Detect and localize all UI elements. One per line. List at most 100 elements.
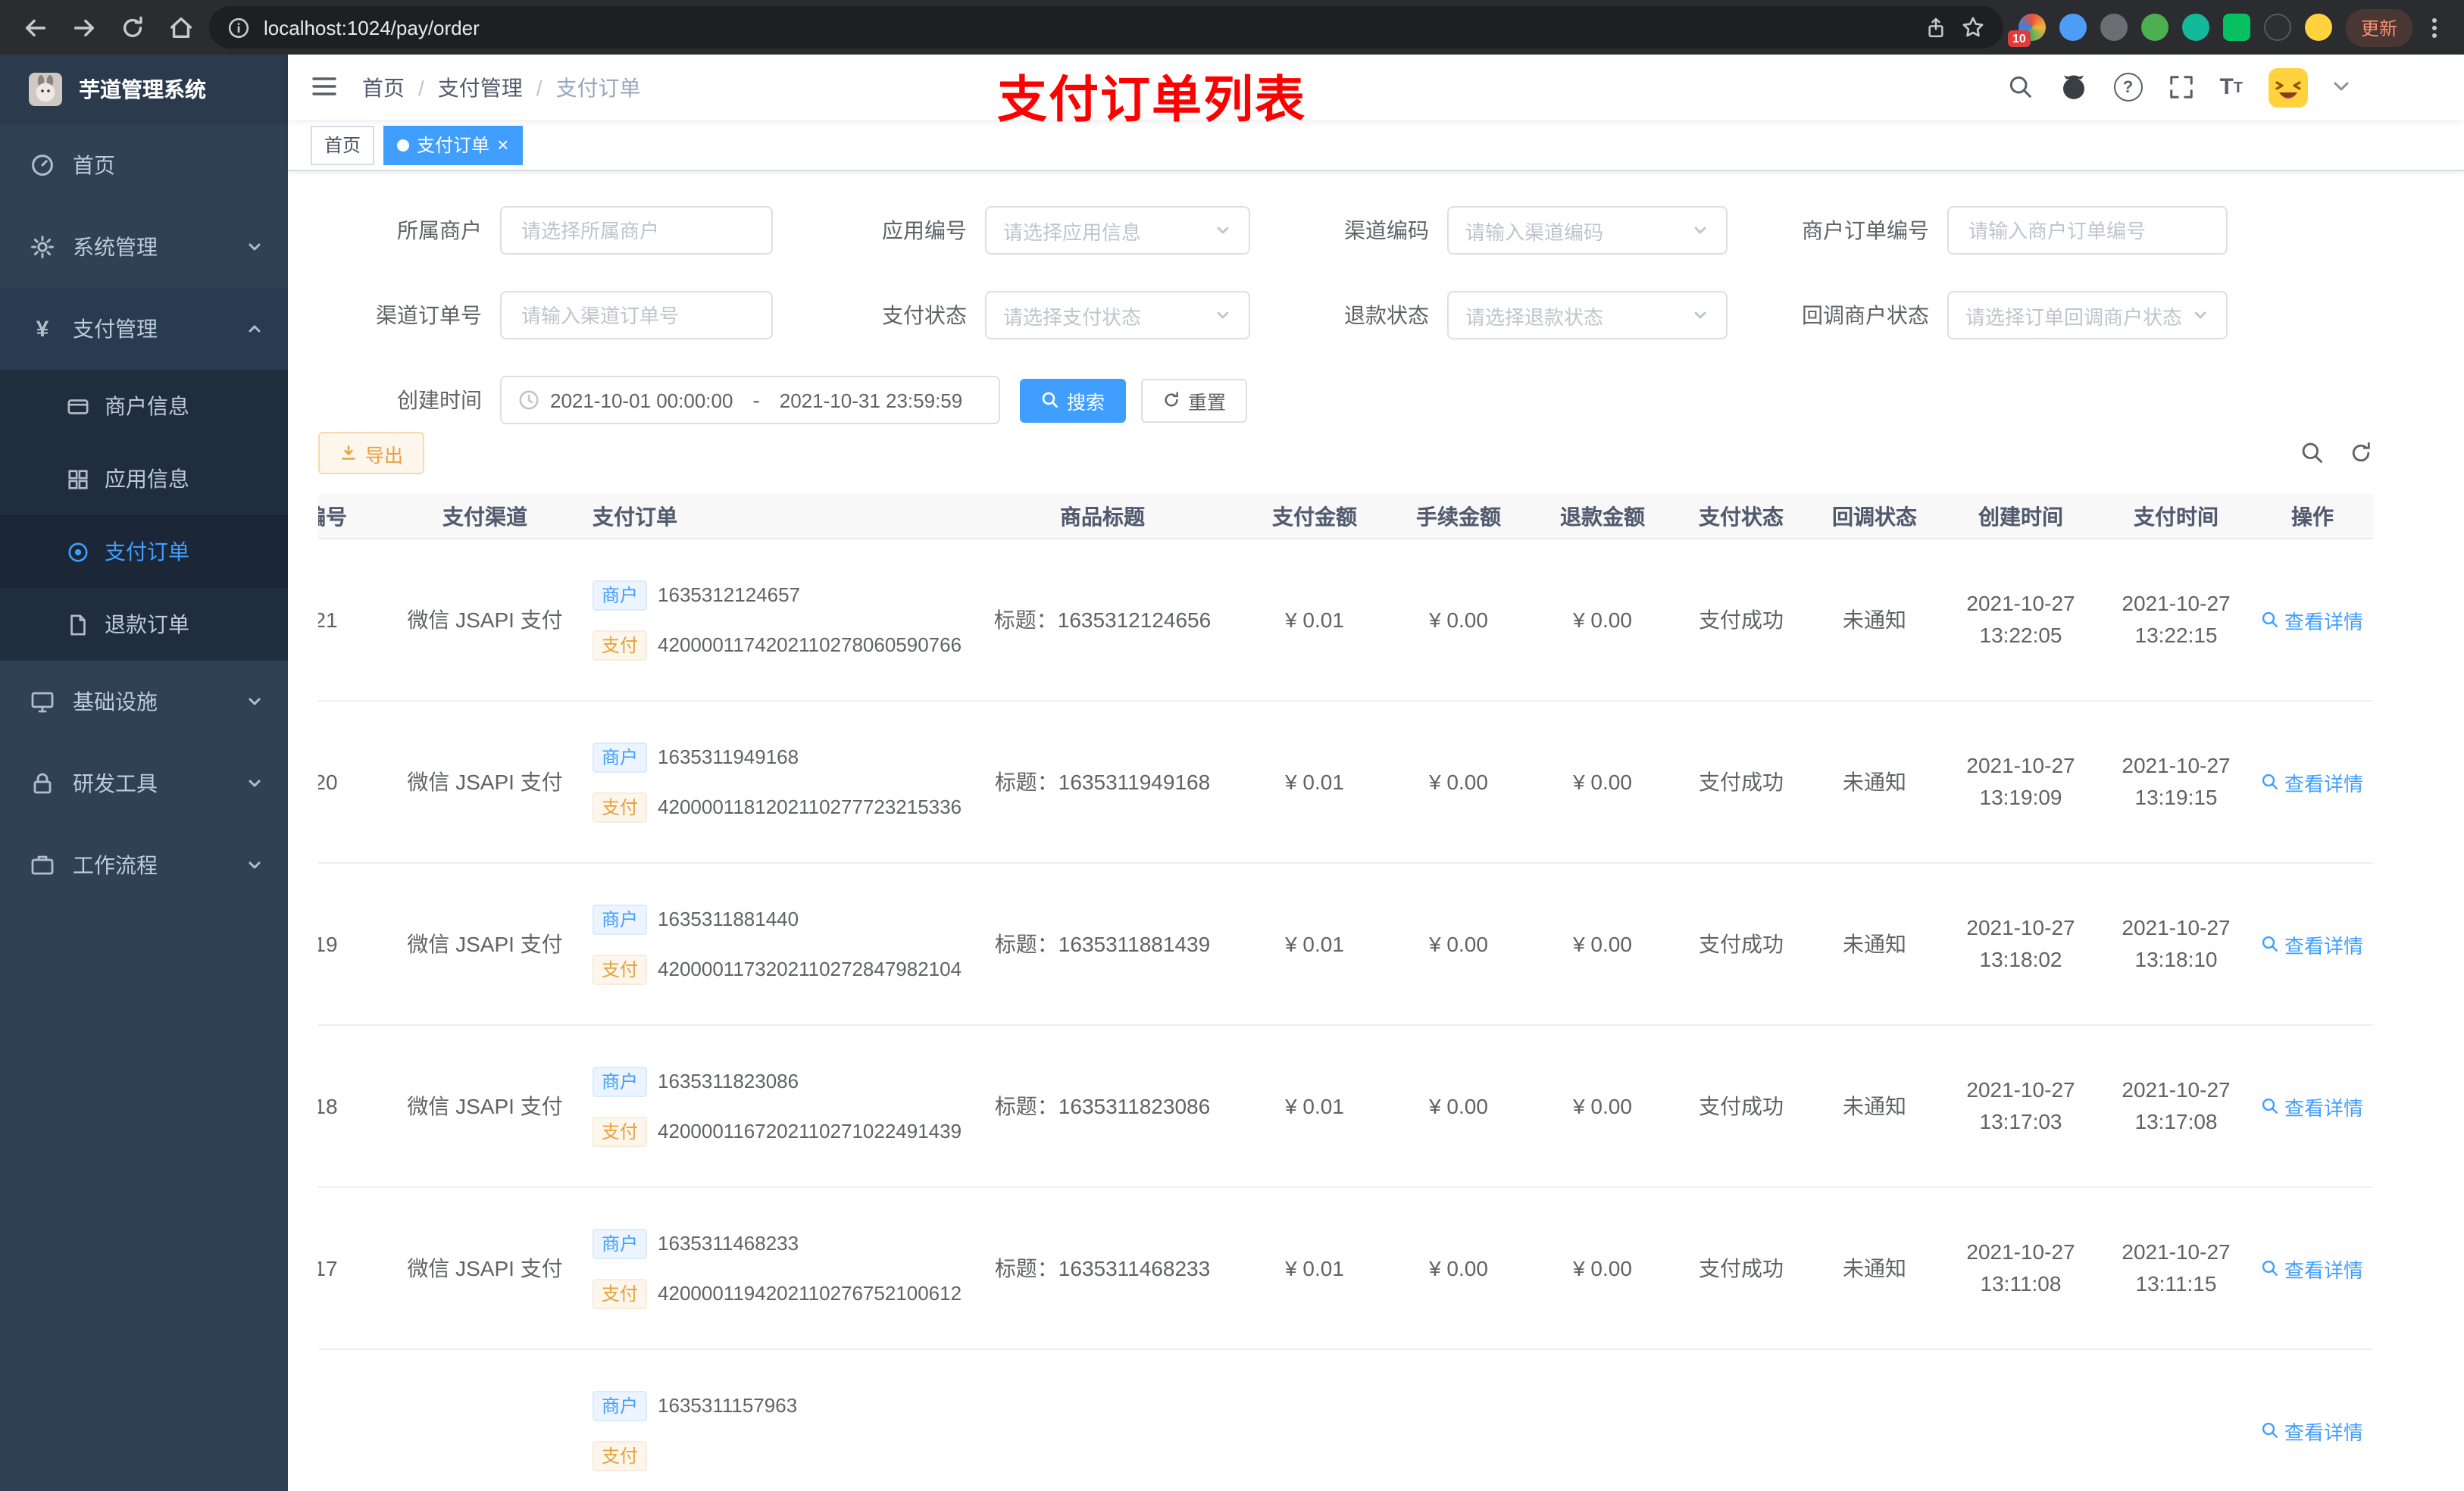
avatar[interactable] — [2269, 67, 2308, 108]
sidebar-item-payment[interactable]: ¥ 支付管理 — [0, 288, 288, 370]
col-channel: 支付渠道 — [386, 494, 583, 540]
notify-status-select[interactable]: 请选择订单回调商户状态 — [1947, 291, 2228, 340]
view-detail-link[interactable]: 查看详情 — [2262, 1092, 2363, 1121]
help-icon[interactable]: ? — [2113, 73, 2143, 102]
sidebar-item-label: 工作流程 — [73, 853, 158, 877]
merchant-order-no-field[interactable] — [1947, 206, 2228, 255]
view-detail-link[interactable]: 查看详情 — [2262, 606, 2363, 635]
extension-icon-7[interactable] — [2263, 14, 2291, 41]
sidebar-item-home[interactable]: 首页 — [0, 124, 288, 206]
merchant-select[interactable] — [500, 206, 773, 255]
close-icon[interactable]: × — [497, 135, 508, 155]
font-size-icon[interactable]: TT — [2219, 76, 2243, 98]
channel-code-select[interactable]: 请输入渠道编码 — [1447, 206, 1728, 255]
breadcrumb-pay-manage[interactable]: 支付管理 — [438, 72, 523, 102]
browser-update-button[interactable]: 更新 — [2345, 8, 2412, 46]
extension-icon-1[interactable]: 10 — [2007, 14, 2046, 47]
date-start-value[interactable]: 2021-10-01 00:00:00 — [550, 389, 733, 412]
toggle-search-icon[interactable] — [2300, 442, 2325, 466]
merchant-input[interactable] — [518, 217, 755, 244]
sidebar-item-infrastructure[interactable]: 基础设施 — [0, 661, 288, 742]
credit-card-icon — [67, 399, 89, 414]
refresh-table-icon[interactable] — [2349, 442, 2373, 466]
cell-fee: ¥ 0.00 — [1387, 863, 1531, 1027]
view-detail-link[interactable]: 查看详情 — [2262, 1417, 2363, 1446]
export-button[interactable]: 导出 — [318, 432, 425, 475]
cell-fee — [1387, 1349, 1531, 1491]
channel-order-no-input[interactable] — [518, 302, 755, 329]
extension-icon-4[interactable] — [2140, 14, 2169, 41]
date-range-input[interactable]: 2021-10-01 00:00:00 - 2021-10-31 23:59:5… — [500, 376, 1000, 425]
cell-id: 17 — [318, 1187, 386, 1351]
filter-label: 应用编号 — [882, 218, 967, 243]
view-detail-link[interactable]: 查看详情 — [2262, 1255, 2363, 1283]
page-annotation: 支付订单列表 — [997, 71, 1306, 127]
cell-refund — [1531, 1349, 1674, 1491]
download-icon — [342, 445, 355, 461]
merchant-tag: 商户 — [593, 904, 648, 935]
extension-icon-8[interactable] — [2304, 14, 2332, 41]
back-button[interactable] — [15, 8, 55, 47]
refund-status-select[interactable]: 请选择退款状态 — [1447, 291, 1728, 340]
select-placeholder: 请选择应用信息 — [1003, 220, 1142, 244]
url-text[interactable]: localhost:1024/pay/order — [264, 16, 480, 39]
caret-down-icon[interactable] — [2334, 82, 2349, 92]
app-logo[interactable]: 芋道管理系统 — [0, 55, 288, 124]
sidebar-item-system[interactable]: 系统管理 — [0, 206, 288, 288]
sidebar-item-merchant-info[interactable]: 商户信息 — [0, 370, 288, 442]
search-icon — [2262, 774, 2278, 790]
sidebar-item-refund-order[interactable]: 退款订单 — [0, 588, 288, 661]
filter-label: 创建时间 — [397, 388, 482, 413]
chevron-down-icon — [1217, 312, 1229, 320]
browser-menu-icon[interactable] — [2426, 17, 2443, 37]
cell-fee: ¥ 0.00 — [1387, 1187, 1531, 1351]
sidebar-item-workflow[interactable]: 工作流程 — [0, 824, 288, 906]
pay-status-select[interactable]: 请选择支付状态 — [985, 291, 1250, 340]
share-icon[interactable] — [1925, 16, 1947, 39]
sidebar-item-dev-tools[interactable]: 研发工具 — [0, 742, 288, 824]
tab-home[interactable]: 首页 — [311, 125, 375, 165]
tab-pay-order[interactable]: 支付订单 × — [383, 125, 523, 165]
date-end-value[interactable]: 2021-10-31 23:59:59 — [780, 389, 962, 412]
col-order: 支付订单 — [583, 494, 962, 540]
cell-notify: 未通知 — [1808, 1025, 1941, 1189]
reset-button[interactable]: 重置 — [1141, 378, 1248, 423]
fullscreen-icon[interactable] — [2168, 74, 2194, 100]
gear-icon — [31, 236, 54, 258]
view-detail-link[interactable]: 查看详情 — [2262, 768, 2363, 797]
cell-status: 支付成功 — [1674, 863, 1808, 1027]
sidebar-item-pay-order[interactable]: 支付订单 — [0, 515, 288, 588]
extension-icon-5[interactable] — [2181, 14, 2209, 41]
col-amount: 支付金额 — [1243, 494, 1387, 540]
extension-icon-3[interactable] — [2100, 14, 2128, 41]
sidebar-fold-icon[interactable] — [311, 73, 338, 101]
github-icon[interactable] — [2059, 73, 2087, 102]
reload-button[interactable] — [112, 8, 152, 47]
home-button[interactable] — [161, 8, 200, 47]
search-icon[interactable] — [2007, 74, 2033, 100]
cell-pay-time: 2021-10-27 13:18:10 — [2100, 863, 2252, 1027]
cell-notify: 未通知 — [1808, 1187, 1941, 1351]
search-icon — [2262, 1261, 2278, 1277]
sidebar-item-label: 商户信息 — [105, 394, 189, 418]
extension-icon-2[interactable] — [2059, 14, 2087, 41]
merchant-order-no-input[interactable] — [1965, 217, 2209, 244]
search-button[interactable]: 搜索 — [1020, 378, 1127, 423]
select-placeholder: 请选择支付状态 — [1003, 305, 1142, 329]
table-row: 17 微信 JSAPI 支付 商户 1635311468233 支付 42000… — [318, 1187, 2373, 1351]
breadcrumb-home[interactable]: 首页 — [362, 72, 405, 102]
merchant-tag: 商户 — [593, 1066, 648, 1097]
chevron-down-icon — [1217, 227, 1229, 235]
site-info-icon[interactable] — [227, 16, 250, 39]
channel-order-no-field[interactable] — [500, 291, 773, 340]
extension-icon-6[interactable] — [2222, 14, 2250, 41]
col-id: 编号 — [318, 494, 386, 540]
app-select[interactable]: 请选择应用信息 — [985, 206, 1250, 255]
sidebar-item-app-info[interactable]: 应用信息 — [0, 442, 288, 515]
forward-button[interactable] — [64, 8, 103, 47]
view-detail-link[interactable]: 查看详情 — [2262, 930, 2363, 959]
bookmark-star-icon[interactable] — [1961, 15, 1985, 39]
address-bar[interactable]: localhost:1024/pay/order — [209, 6, 2003, 48]
cell-title — [962, 1349, 1243, 1491]
cell-refund: ¥ 0.00 — [1531, 1025, 1674, 1189]
